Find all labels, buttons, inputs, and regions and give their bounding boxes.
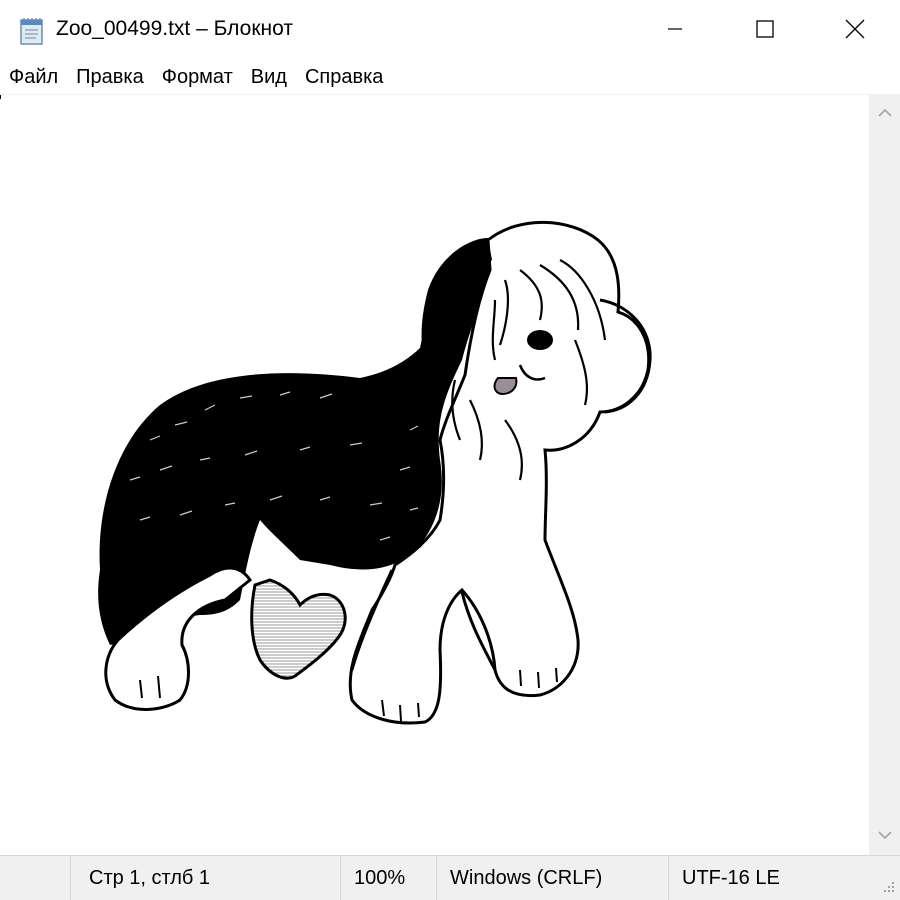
- menu-view[interactable]: Вид: [242, 62, 296, 94]
- minimize-button[interactable]: [630, 0, 720, 62]
- status-line-ending: Windows (CRLF): [436, 856, 668, 900]
- status-zoom: 100%: [340, 856, 436, 900]
- menu-file[interactable]: Файл: [0, 62, 67, 94]
- maximize-button[interactable]: [720, 0, 810, 62]
- text-caret: [0, 95, 1, 99]
- menu-bar: Файл Правка Формат Вид Справка: [0, 62, 900, 94]
- menu-format[interactable]: Формат: [153, 62, 242, 94]
- notepad-window: Zoo_00499.txt – Блокнот Файл Правка Форм…: [0, 0, 900, 900]
- status-encoding: UTF-16 LE: [668, 856, 870, 900]
- text-editor-area[interactable]: [0, 95, 869, 855]
- chevron-up-icon: [877, 105, 892, 123]
- ascii-art-dog: [98, 220, 652, 725]
- menu-help[interactable]: Справка: [296, 62, 392, 94]
- close-button[interactable]: [810, 0, 900, 62]
- scroll-down-button[interactable]: [869, 821, 900, 851]
- minimize-icon: [668, 22, 682, 41]
- menu-edit[interactable]: Правка: [67, 62, 153, 94]
- status-cursor-position: Стр 1, стлб 1: [70, 856, 340, 900]
- maximize-icon: [756, 19, 774, 43]
- window-title: Zoo_00499.txt – Блокнот: [56, 17, 293, 40]
- title-bar[interactable]: Zoo_00499.txt – Блокнот: [0, 0, 900, 62]
- close-icon: [845, 19, 865, 44]
- scroll-up-button[interactable]: [869, 99, 900, 129]
- status-bar: Стр 1, стлб 1 100% Windows (CRLF) UTF-16…: [0, 855, 900, 900]
- chevron-down-icon: [877, 827, 892, 845]
- vertical-scrollbar[interactable]: [869, 95, 900, 855]
- notepad-icon: [18, 16, 46, 46]
- resize-grip-icon[interactable]: [880, 880, 896, 896]
